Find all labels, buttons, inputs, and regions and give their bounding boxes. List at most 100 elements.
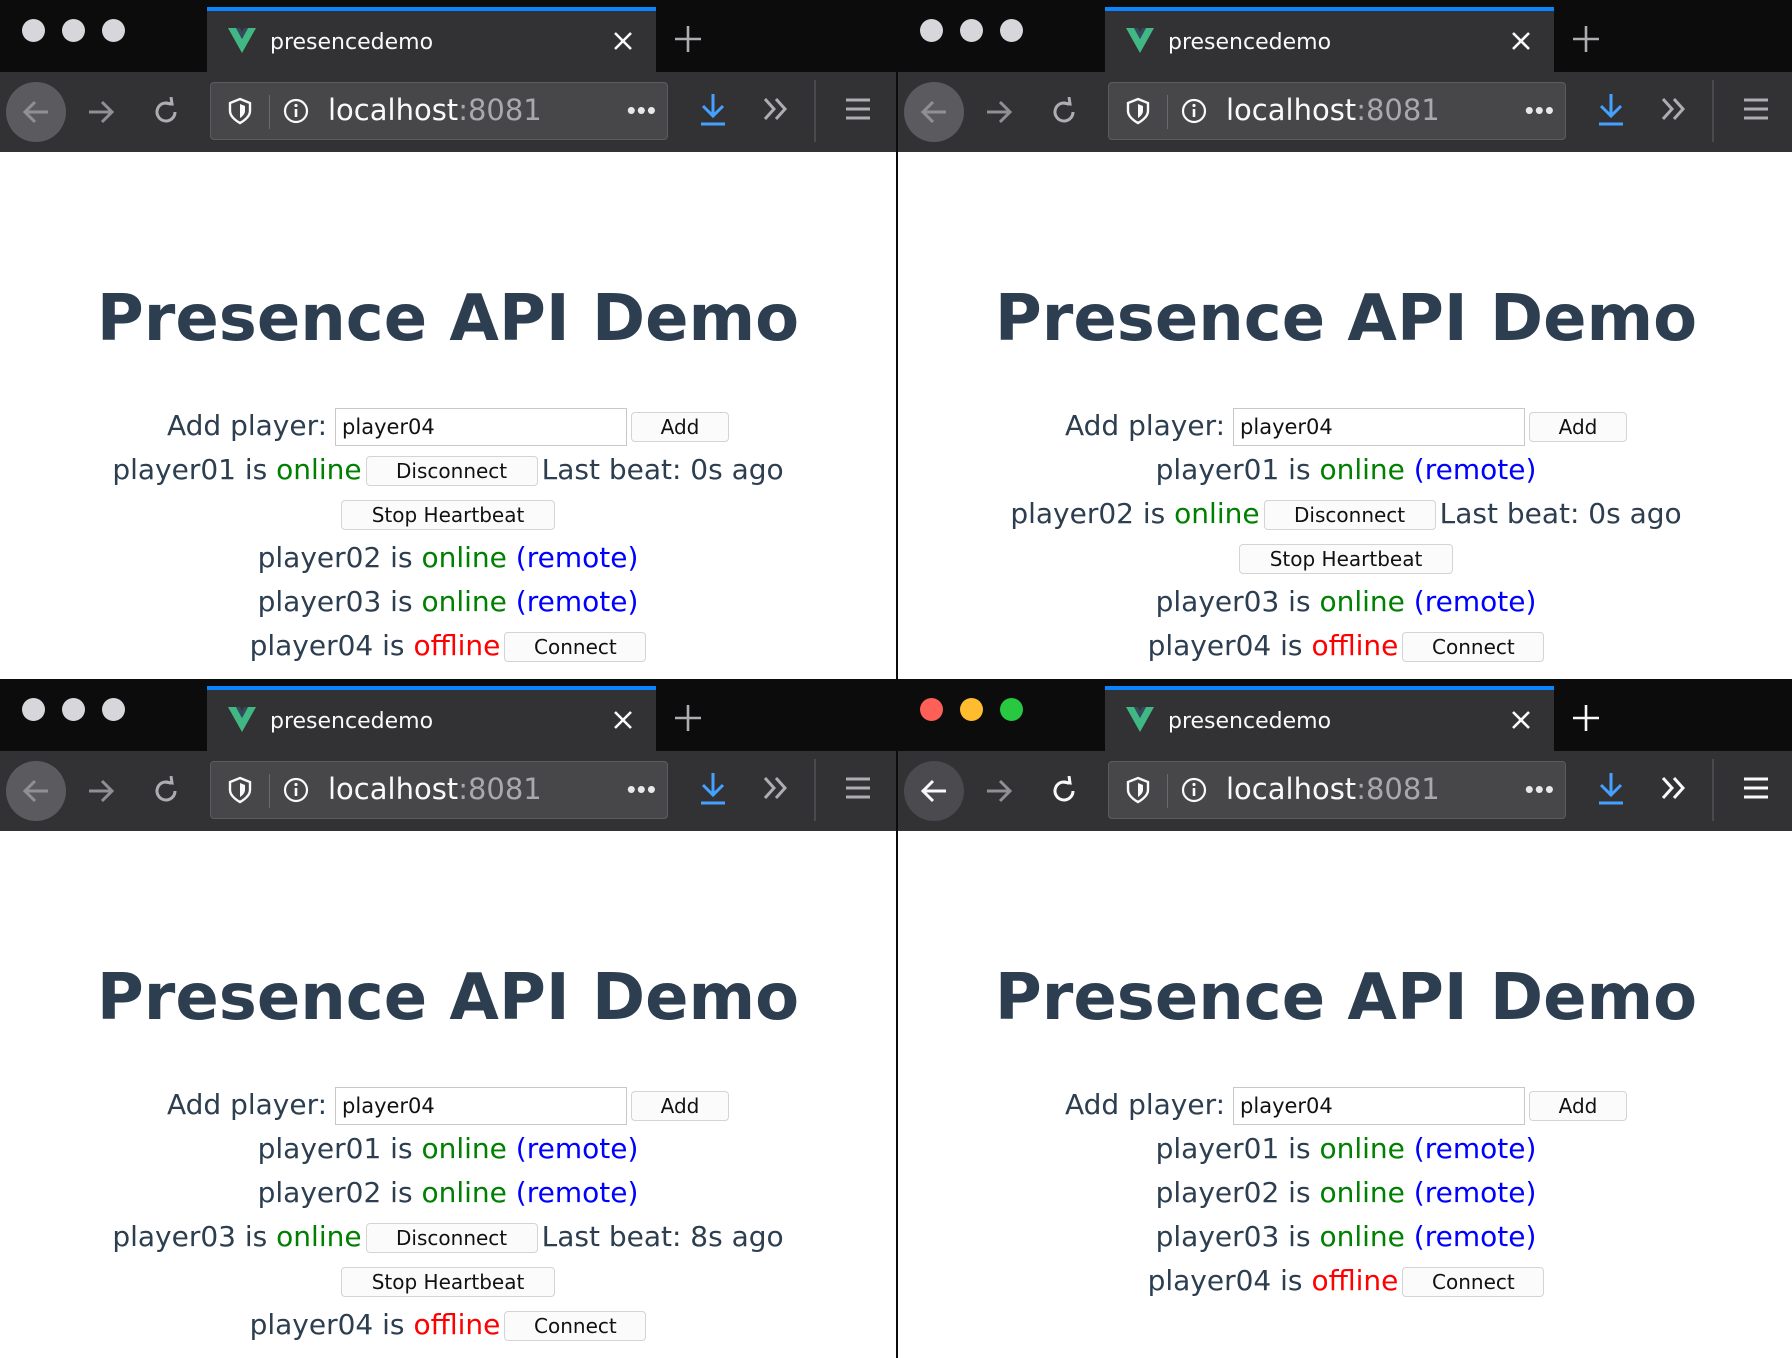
tab-strip: presencedemo xyxy=(898,679,1792,751)
new-tab-button[interactable] xyxy=(1570,702,1602,734)
add-button[interactable]: Add xyxy=(1529,1091,1628,1121)
address-bar[interactable]: localhost:8081 ••• xyxy=(210,82,668,140)
close-window-light[interactable] xyxy=(920,698,943,721)
page-content: Presence API Demo Add player: Add player01 … xyxy=(0,831,896,1358)
tab-presencedemo[interactable]: presencedemo xyxy=(1105,686,1554,751)
forward-button[interactable] xyxy=(71,761,131,821)
menu-button[interactable] xyxy=(838,90,878,130)
zoom-window-light[interactable] xyxy=(102,19,125,42)
tab-close-button[interactable] xyxy=(1508,28,1534,54)
stop-heartbeat-button[interactable]: Stop Heartbeat xyxy=(341,500,555,530)
connect-button[interactable]: Connect xyxy=(1402,1267,1545,1297)
minimize-window-light[interactable] xyxy=(960,698,983,721)
add-button[interactable]: Add xyxy=(631,412,730,442)
page-actions-menu[interactable]: ••• xyxy=(627,774,657,805)
tab-close-button[interactable] xyxy=(1508,707,1534,733)
page-content: Presence API Demo Add player: Add player01 … xyxy=(898,831,1792,1358)
downloads-button[interactable] xyxy=(693,769,733,809)
address-bar[interactable]: localhost:8081 ••• xyxy=(210,761,668,819)
new-tab-button[interactable] xyxy=(672,702,704,734)
add-button[interactable]: Add xyxy=(631,1091,730,1121)
stop-heartbeat-button[interactable]: Stop Heartbeat xyxy=(341,1267,555,1297)
reload-button[interactable] xyxy=(136,761,196,821)
menu-button[interactable] xyxy=(1736,90,1776,130)
forward-button[interactable] xyxy=(71,82,131,142)
tab-presencedemo[interactable]: presencedemo xyxy=(207,7,656,72)
downloads-button[interactable] xyxy=(1591,90,1631,130)
page-actions-menu[interactable]: ••• xyxy=(1525,95,1555,126)
zoom-window-light[interactable] xyxy=(102,698,125,721)
download-icon xyxy=(1599,773,1623,805)
address-bar-separator xyxy=(1167,774,1168,808)
player-name: player04 xyxy=(249,1308,374,1341)
tab-close-button[interactable] xyxy=(610,28,636,54)
downloads-button[interactable] xyxy=(693,90,733,130)
player-name-input[interactable] xyxy=(335,408,628,446)
overflow-button[interactable] xyxy=(757,769,797,809)
back-button[interactable] xyxy=(6,761,66,821)
player-name-input[interactable] xyxy=(1233,1087,1526,1125)
reload-button[interactable] xyxy=(136,82,196,142)
url-text[interactable]: localhost:8081 xyxy=(328,772,542,806)
close-window-light[interactable] xyxy=(920,19,943,42)
plus-icon xyxy=(1573,705,1599,731)
reload-button[interactable] xyxy=(1034,82,1094,142)
close-window-light[interactable] xyxy=(22,19,45,42)
url-text[interactable]: localhost:8081 xyxy=(1226,93,1440,127)
minimize-window-light[interactable] xyxy=(960,19,983,42)
disconnect-button[interactable]: Disconnect xyxy=(365,456,538,486)
menu-button[interactable] xyxy=(838,769,878,809)
player-row: player02 is online (remote) xyxy=(898,1171,1792,1215)
overflow-button[interactable] xyxy=(1655,90,1695,130)
back-button[interactable] xyxy=(904,761,964,821)
connect-button[interactable]: Connect xyxy=(504,632,647,662)
overflow-chevrons-icon xyxy=(763,776,788,800)
player-row: player02 is online Disconnect Last beat: 0… xyxy=(898,492,1792,536)
player-name-input[interactable] xyxy=(335,1087,628,1125)
tab-presencedemo[interactable]: presencedemo xyxy=(207,686,656,751)
tab-presencedemo[interactable]: presencedemo xyxy=(1105,7,1554,72)
downloads-button[interactable] xyxy=(1591,769,1631,809)
address-bar[interactable]: localhost:8081 ••• xyxy=(1108,761,1566,819)
toolbar-divider xyxy=(814,80,816,142)
forward-button[interactable] xyxy=(969,82,1029,142)
remote-marker: (remote) xyxy=(515,1132,639,1165)
heartbeat-row: Stop Heartbeat xyxy=(0,492,896,536)
online-status: online xyxy=(1174,497,1260,530)
download-icon xyxy=(701,773,725,805)
url-text[interactable]: localhost:8081 xyxy=(328,93,542,127)
remote-marker: (remote) xyxy=(1413,1132,1537,1165)
stop-heartbeat-button[interactable]: Stop Heartbeat xyxy=(1239,544,1453,574)
reload-button[interactable] xyxy=(1034,761,1094,821)
overflow-button[interactable] xyxy=(1655,769,1695,809)
disconnect-button[interactable]: Disconnect xyxy=(365,1223,538,1253)
new-tab-button[interactable] xyxy=(672,23,704,55)
info-icon xyxy=(283,98,309,124)
minimize-window-light[interactable] xyxy=(62,698,85,721)
zoom-window-light[interactable] xyxy=(1000,698,1023,721)
connect-button[interactable]: Connect xyxy=(504,1311,647,1341)
menu-button[interactable] xyxy=(1736,769,1776,809)
tab-close-button[interactable] xyxy=(610,707,636,733)
disconnect-button[interactable]: Disconnect xyxy=(1263,500,1436,530)
address-bar-separator xyxy=(269,774,270,808)
shield-icon xyxy=(1126,776,1150,804)
minimize-window-light[interactable] xyxy=(62,19,85,42)
offline-status: offline xyxy=(1311,1264,1399,1297)
page-actions-menu[interactable]: ••• xyxy=(1525,774,1555,805)
player-row: player04 is offline Connect xyxy=(0,1303,896,1347)
back-button[interactable] xyxy=(904,82,964,142)
player-name-input[interactable] xyxy=(1233,408,1526,446)
close-window-light[interactable] xyxy=(22,698,45,721)
new-tab-button[interactable] xyxy=(1570,23,1602,55)
add-button[interactable]: Add xyxy=(1529,412,1628,442)
url-text[interactable]: localhost:8081 xyxy=(1226,772,1440,806)
overflow-button[interactable] xyxy=(757,90,797,130)
zoom-window-light[interactable] xyxy=(1000,19,1023,42)
address-bar[interactable]: localhost:8081 ••• xyxy=(1108,82,1566,140)
connect-button[interactable]: Connect xyxy=(1402,632,1545,662)
back-button[interactable] xyxy=(6,82,66,142)
player-name: player03 xyxy=(1155,585,1280,618)
forward-button[interactable] xyxy=(969,761,1029,821)
page-actions-menu[interactable]: ••• xyxy=(627,95,657,126)
